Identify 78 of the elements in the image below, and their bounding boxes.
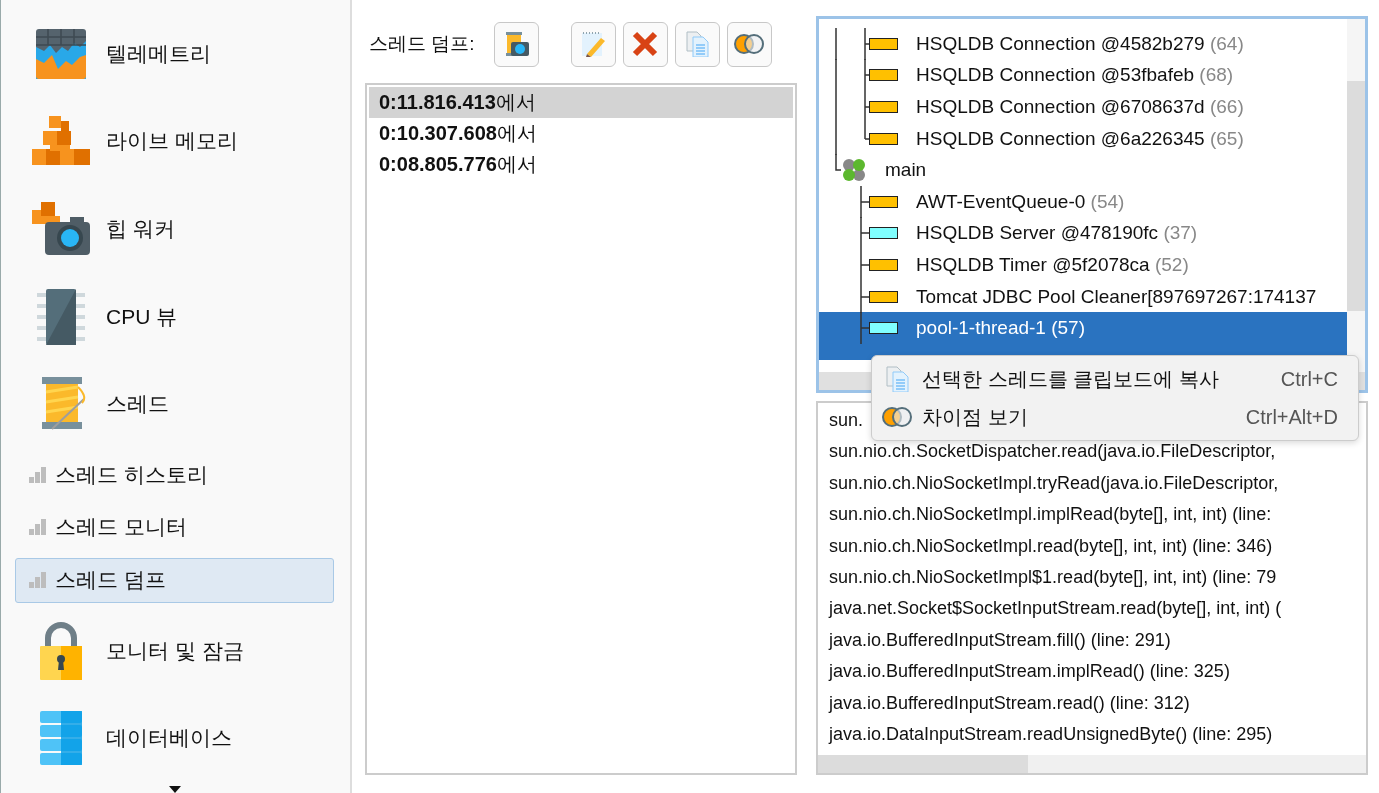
sidebar-item[interactable]: 스레드 모니터 [15, 505, 334, 550]
cubes-icon [32, 115, 90, 168]
overlap-circles-icon [882, 406, 912, 428]
spool-camera-icon [503, 31, 530, 57]
thread-name: HSQLDB Connection @53fbafeb (68) [916, 64, 1234, 87]
copy-icon [684, 31, 711, 57]
sidebar-item[interactable]: 스레드 덤프 [15, 557, 334, 603]
thread-name: HSQLDB Timer @5f2078ca (52) [916, 253, 1189, 276]
menu-item[interactable]: 선택한 스레드를 클립보드에 복사 Ctrl+C [872, 360, 1358, 398]
stack-frame: sun.nio.ch.NioSocketImpl.tryRead(java.io.FileDescriptor, [818, 467, 1279, 500]
dump-item[interactable]: 0:08.805.776에서 [369, 149, 793, 180]
thread-name: HSQLDB Connection @4582b279 (64) [916, 32, 1244, 55]
signal-bars-icon [29, 519, 47, 536]
sidebar-item[interactable]: 모니터 및 잠금 [15, 606, 334, 695]
tree-line [835, 59, 869, 92]
vertical-scrollbar[interactable] [1347, 19, 1365, 372]
telemetry-chart-icon [36, 28, 86, 79]
stack-frame: java.io.DataInputStream.readUnsignedByte() (line: 295) [818, 718, 1273, 751]
dump-item[interactable]: 0:10.307.608에서 [369, 118, 793, 149]
stack-frame: java.net.Socket$SocketInputStream.read(byte[], int, int) ( [818, 593, 1282, 625]
thread-dump-label: 스레드 덤프: [369, 32, 475, 56]
signal-bars-icon [29, 572, 47, 589]
stack-frame: java.io.BufferedInputStream.read() (line: 312) [818, 687, 1190, 719]
tree-line [860, 217, 869, 250]
horizontal-scrollbar[interactable] [818, 755, 1366, 773]
stack-frame: sun.nio.ch.NioSocketImpl.implRead(byte[], int, int) (line: [818, 499, 1272, 531]
thread-name: AWT-EventQueue-0 (54) [916, 190, 1125, 213]
sidebar-item[interactable]: 데이터베이스 [15, 694, 334, 782]
sidebar-item[interactable]: 스레드 [15, 360, 334, 449]
delete-icon [632, 31, 659, 57]
tree-row[interactable]: pool-1-thread-1 (57) [819, 312, 1347, 344]
stack-frame: java.io.BufferedInputStream.implRead() (line: 325) [818, 656, 1230, 688]
copy-icon [884, 366, 910, 392]
tree-line [860, 280, 869, 313]
stack-frame: sun.nio.ch.SocketDispatcher.read(java.io.FileDescriptor, [818, 436, 1276, 468]
tree-row[interactable]: HSQLDB Connection @53fbafeb (68) [819, 59, 1347, 92]
tree-line [835, 91, 869, 123]
thread-name: Tomcat JDBC Pool Cleaner[897697267:174137 [916, 285, 1317, 308]
sidebar-item[interactable]: 힙 워커 [15, 185, 334, 273]
thread-name: pool-1-thread-1 (57) [916, 317, 1085, 340]
dump-item[interactable]: 0:11.816.413에서 [369, 87, 793, 118]
scroll-down-icon[interactable] [168, 785, 181, 793]
tree-line [860, 312, 869, 345]
tree-line [860, 248, 869, 281]
toolbar-button[interactable] [622, 21, 668, 67]
stack-frame: sun.nio.ch.NioSocketImpl$1.read(byte[], int, int) (line: 79 [818, 561, 1277, 594]
thread-group-icon [841, 157, 867, 184]
stack-frame: java.io.BufferedInputStream.fill() (line: 291) [818, 624, 1171, 657]
chip-icon [37, 288, 85, 345]
overlap-circles-icon [734, 33, 765, 55]
notepad-pencil-icon [580, 31, 607, 57]
tree-row[interactable]: main [819, 154, 1347, 186]
tree-row[interactable]: HSQLDB Timer @5f2078ca (52) [819, 249, 1347, 281]
cubes-camera-icon [32, 202, 90, 257]
toolbar-button[interactable] [493, 21, 539, 67]
thread-group-name: main [885, 159, 927, 182]
tree-line [860, 185, 869, 218]
signal-bars-icon [29, 466, 47, 483]
sidebar-item[interactable]: 라이브 메모리 [15, 97, 334, 186]
toolbar-button[interactable] [726, 21, 772, 67]
stack-frame: sun.nio.ch.NioSocketImpl.read(byte[], int, int) (line: 346) [818, 530, 1273, 562]
stack-frame: sun. [818, 405, 864, 437]
tree-row[interactable]: AWT-EventQueue-0 (54) [819, 185, 1347, 218]
tree-row[interactable]: HSQLDB Connection @6a226345 (65) [819, 122, 1347, 155]
tree-row[interactable]: HSQLDB Server @478190fc (37) [819, 217, 1347, 250]
sidebar-item[interactable]: 텔레메트리 [15, 10, 334, 98]
sidebar-item[interactable]: 스레드 히스토리 [15, 452, 334, 498]
thread-name: HSQLDB Connection @6a226345 (65) [916, 127, 1244, 150]
tree-row[interactable]: Tomcat JDBC Pool Cleaner[897697267:174137 [819, 280, 1347, 313]
sidebar-item[interactable]: CPU 뷰 [15, 272, 334, 361]
tree-row[interactable]: HSQLDB Connection @4582b279 (64) [819, 28, 1347, 60]
tree-line [835, 27, 869, 60]
tree-row[interactable]: HSQLDB Connection @6708637d (66) [819, 91, 1347, 123]
thread-name: HSQLDB Server @478190fc (37) [916, 222, 1198, 245]
menu-item[interactable]: 차이점 보기 Ctrl+Alt+D [872, 398, 1358, 436]
thread-name: HSQLDB Connection @6708637d (66) [916, 96, 1244, 118]
padlock-icon [40, 621, 82, 680]
database-icon [40, 711, 82, 766]
